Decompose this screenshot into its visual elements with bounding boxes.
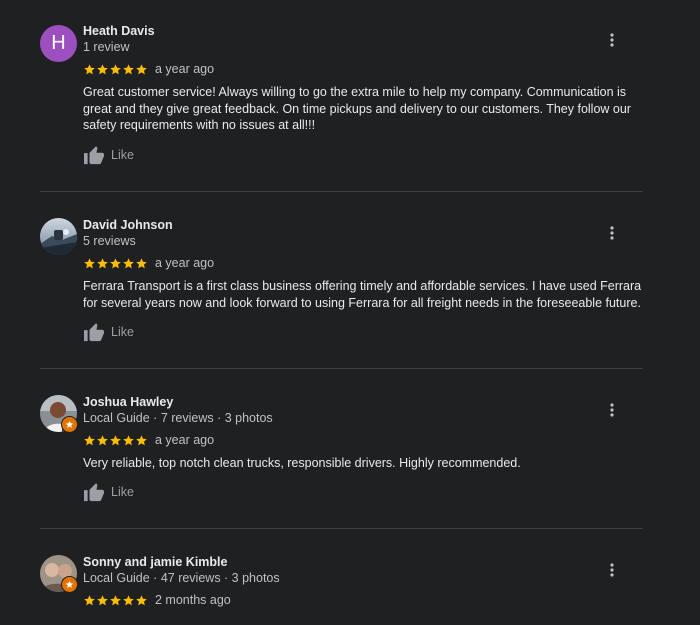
review-text: Great customer service! Always willing t… — [83, 85, 631, 132]
star-icon — [123, 434, 134, 445]
star-icon — [84, 434, 95, 445]
star-icon — [136, 63, 147, 74]
rating-row: a year ago — [83, 256, 214, 270]
star-icon — [97, 63, 108, 74]
review-text: Very reliable, top notch clean trucks, r… — [83, 456, 521, 470]
rating-row: 2 months ago — [83, 593, 231, 607]
star-icon — [136, 594, 147, 605]
reviewer-meta: 5 reviews — [83, 234, 136, 248]
avatar[interactable] — [40, 555, 78, 593]
like-button[interactable]: Like — [83, 145, 134, 165]
reviewer-meta: 1 review — [83, 40, 130, 54]
like-label: Like — [111, 148, 134, 162]
star-rating — [83, 594, 148, 607]
rating-row: a year ago — [83, 62, 214, 76]
reviewer-name[interactable]: Heath Davis — [83, 24, 155, 38]
more-vert-icon — [610, 33, 614, 47]
star-rating — [83, 63, 148, 76]
like-button[interactable]: Like — [83, 482, 134, 502]
like-label: Like — [111, 485, 134, 499]
review-date: a year ago — [155, 256, 215, 270]
reviewer-meta: Local Guide · 47 reviews · 3 photos — [83, 571, 280, 585]
reviewer-meta: Local Guide · 7 reviews · 3 photos — [83, 411, 273, 425]
divider — [40, 368, 643, 369]
more-options-button[interactable] — [604, 30, 620, 50]
review-text: Ferrara Transport is a first class busin… — [83, 279, 642, 310]
thumbs-up-icon — [84, 146, 104, 165]
star-icon — [65, 580, 74, 588]
like-button[interactable]: Like — [83, 322, 134, 342]
star-icon — [110, 63, 121, 74]
reviewer-name[interactable]: Sonny and jamie Kimble — [83, 555, 227, 569]
local-guide-badge — [61, 576, 78, 593]
star-icon — [110, 434, 121, 445]
star-icon — [123, 63, 134, 74]
reviewer-name[interactable]: Joshua Hawley — [83, 395, 173, 409]
avatar-initial: H — [40, 25, 77, 62]
star-icon — [84, 594, 95, 605]
more-vert-icon — [610, 563, 614, 577]
divider — [40, 528, 643, 529]
avatar[interactable]: H — [40, 25, 77, 62]
star-icon — [97, 257, 108, 268]
more-vert-icon — [610, 403, 614, 417]
like-label: Like — [111, 325, 134, 339]
more-options-button[interactable] — [604, 223, 620, 243]
more-options-button[interactable] — [604, 400, 620, 420]
star-icon — [123, 594, 134, 605]
star-icon — [84, 63, 95, 74]
reviewer-name[interactable]: David Johnson — [83, 218, 173, 232]
review-date: a year ago — [155, 62, 215, 76]
star-rating — [83, 434, 148, 447]
star-icon — [110, 594, 121, 605]
avatar-photo — [40, 218, 77, 255]
star-icon — [110, 257, 121, 268]
star-icon — [123, 257, 134, 268]
avatar[interactable] — [40, 218, 77, 255]
thumbs-up-icon — [84, 323, 104, 342]
thumbs-up-icon — [84, 483, 104, 502]
divider — [40, 191, 643, 192]
avatar[interactable] — [40, 395, 78, 433]
more-vert-icon — [610, 226, 614, 240]
more-options-button[interactable] — [604, 560, 620, 580]
star-icon — [136, 434, 147, 445]
star-icon — [84, 257, 95, 268]
star-icon — [65, 420, 74, 428]
review-date: a year ago — [155, 433, 215, 447]
star-icon — [136, 257, 147, 268]
local-guide-badge — [61, 416, 78, 433]
star-icon — [97, 594, 108, 605]
star-rating — [83, 257, 148, 270]
review-date: 2 months ago — [155, 593, 231, 607]
rating-row: a year ago — [83, 433, 214, 447]
star-icon — [97, 434, 108, 445]
